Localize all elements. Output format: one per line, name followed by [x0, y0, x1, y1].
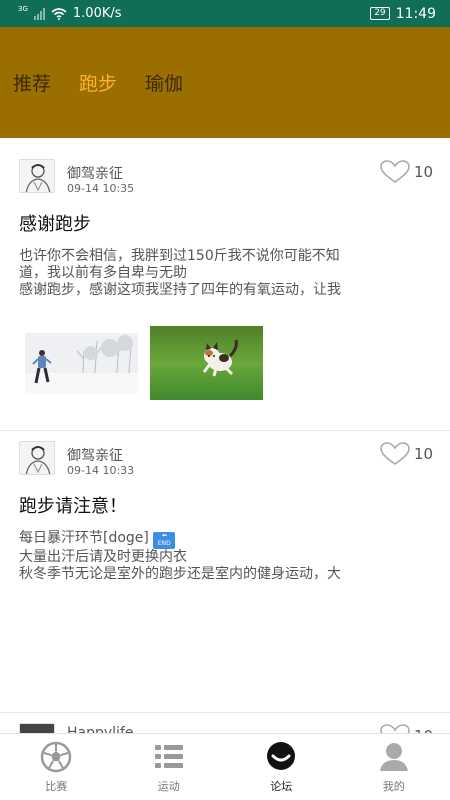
post-time: 09-14 10:33 [67, 464, 135, 477]
excerpt-line: 秋冬季节无论是室外的跑步还是室内的健身运动，大 [19, 566, 341, 582]
post-title[interactable]: 跑步请注意！ [19, 492, 127, 518]
tab-recommend[interactable]: 推荐 [13, 69, 51, 96]
excerpt-line: 道，我以前有多自卑与无助 [19, 265, 187, 281]
post-divider [0, 430, 450, 431]
post-image-kitten[interactable] [150, 326, 263, 400]
network-type: 3G [18, 4, 28, 13]
nav-item-mine[interactable]: 我的 [338, 734, 450, 800]
like-button[interactable]: 10 [380, 160, 433, 184]
avatar[interactable] [19, 723, 55, 733]
nav-item-forum[interactable]: 论坛 [225, 734, 338, 800]
heart-icon [380, 160, 410, 183]
list-icon [154, 744, 183, 768]
clock: 11:49 [395, 5, 436, 22]
author-name[interactable]: Happylife [67, 725, 134, 733]
post-excerpt[interactable]: 也许你不会相信，我胖到过150斤我不说你可能不知 道，我以前有多自卑与无助 感谢… [19, 248, 429, 299]
status-bar: 3G 1.00K/s 29 11:49 [0, 0, 450, 27]
nav-item-match[interactable]: 比赛 [0, 734, 113, 800]
excerpt-line: 感谢跑步，感谢这项我坚持了四年的有氧运动，让我 [19, 282, 341, 298]
soccer-ball-icon [41, 741, 72, 772]
nav-item-sport[interactable]: 运动 [113, 734, 226, 800]
signal-icon [33, 7, 45, 20]
post-excerpt[interactable]: 每日暴汗环节[doge] ⬅ END 大量出汗后请及时更换内衣 秋冬季节无论是室外… [19, 530, 429, 583]
network-speed: 1.00K/s [72, 6, 122, 21]
wifi-icon [51, 7, 67, 20]
nav-label: 我的 [382, 779, 405, 793]
like-button[interactable]: 10 [380, 724, 433, 733]
nav-label: 论坛 [270, 779, 293, 793]
person-icon [379, 742, 408, 771]
post-card[interactable]: 御驾亲征 09-14 10:33 10 跑步请注意！ 每日暴汗环节[doge] … [0, 432, 450, 712]
like-count: 10 [414, 163, 434, 181]
bottom-nav: 比赛 运动 论坛 我的 [0, 733, 450, 800]
tab-running[interactable]: 跑步 [79, 69, 117, 96]
back-arrow-emoji-icon: ⬅ END [153, 532, 176, 549]
post-time: 09-14 10:35 [67, 182, 135, 195]
like-button[interactable]: 10 [380, 442, 433, 466]
author-name[interactable]: 御驾亲征 [67, 163, 123, 183]
excerpt-line: 每日暴汗环节[doge] ⬅ END [19, 530, 429, 549]
heart-icon [380, 724, 410, 733]
excerpt-text: 每日暴汗环节[doge] [19, 530, 149, 546]
avatar[interactable] [19, 441, 55, 475]
avatar[interactable] [19, 159, 55, 193]
forum-icon [267, 741, 296, 770]
post-feed[interactable]: 御驾亲征 09-14 10:35 10 感谢跑步 也许你不会相信，我胖到过150… [0, 150, 450, 733]
post-image-runner[interactable] [25, 333, 138, 394]
author-name[interactable]: 御驾亲征 [67, 445, 123, 465]
post-title[interactable]: 感谢跑步 [19, 210, 91, 236]
tab-yoga[interactable]: 瑜伽 [145, 69, 183, 96]
nav-label: 运动 [157, 779, 180, 793]
battery-icon: 29 [370, 7, 390, 20]
excerpt-line: 也许你不会相信，我胖到过150斤我不说你可能不知 [19, 248, 340, 264]
nav-label: 比赛 [45, 779, 68, 793]
like-count: 10 [414, 445, 434, 463]
emoji-badge-label: END [157, 540, 171, 547]
category-header: 推荐 跑步 瑜伽 [0, 27, 450, 138]
excerpt-line: 大量出汗后请及时更换内衣 [19, 549, 187, 565]
post-divider [0, 712, 450, 713]
heart-icon [380, 442, 410, 465]
post-card[interactable]: Happylife 10 [0, 714, 450, 733]
post-card[interactable]: 御驾亲征 09-14 10:35 10 感谢跑步 也许你不会相信，我胖到过150… [0, 150, 450, 430]
